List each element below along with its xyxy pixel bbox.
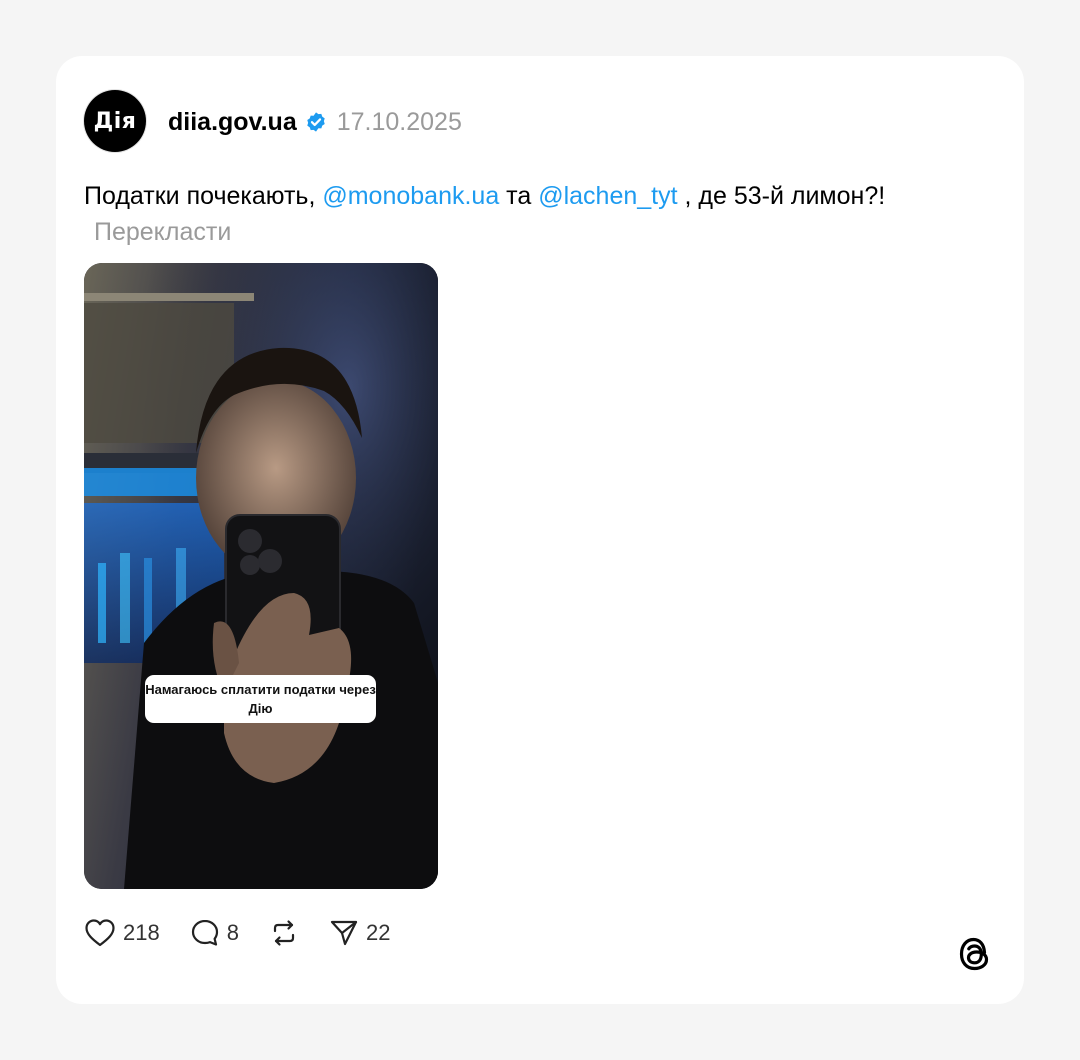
post-video[interactable]: Намагаюсь сплатити податки через Дію: [84, 263, 438, 889]
post-text-part: , де 53-й лимон?!: [677, 182, 886, 210]
avatar-label: Дія: [93, 108, 137, 134]
threads-logo-icon: [956, 934, 994, 974]
post-text-part: Податки почекають,: [84, 182, 323, 210]
video-caption: Намагаюсь сплатити податки через Дію: [145, 675, 376, 723]
post-card: Дія diia.gov.ua 17.10.2025 Податки почек…: [56, 56, 1024, 1004]
post-text: Податки почекають, @monobank.ua та @lach…: [84, 178, 964, 250]
username-link[interactable]: diia.gov.ua: [168, 108, 297, 137]
post-date: 17.10.2025: [336, 107, 462, 136]
repost-button[interactable]: [269, 918, 299, 948]
post-header: diia.gov.ua 17.10.2025: [168, 104, 462, 140]
share-count: 22: [365, 920, 391, 945]
verified-badge-icon: [305, 111, 327, 133]
translate-link[interactable]: Перекласти: [94, 218, 231, 246]
avatar[interactable]: Дія: [84, 90, 146, 152]
mention-link[interactable]: @monobank.ua: [322, 182, 499, 210]
mention-link[interactable]: @lachen_tyt: [538, 182, 677, 210]
video-frame-image: [84, 263, 438, 889]
post-text-part: та: [499, 182, 539, 210]
heart-icon: [84, 918, 116, 948]
like-count: 218: [123, 920, 160, 945]
share-button[interactable]: 22: [329, 918, 390, 948]
paper-plane-icon: [329, 918, 359, 948]
comment-count: 8: [226, 920, 239, 945]
comment-bubble-icon: [190, 918, 220, 948]
action-bar: 218 8 22: [84, 916, 420, 950]
like-button[interactable]: 218: [84, 918, 160, 948]
comment-button[interactable]: 8: [190, 918, 239, 948]
repost-icon: [269, 918, 299, 948]
